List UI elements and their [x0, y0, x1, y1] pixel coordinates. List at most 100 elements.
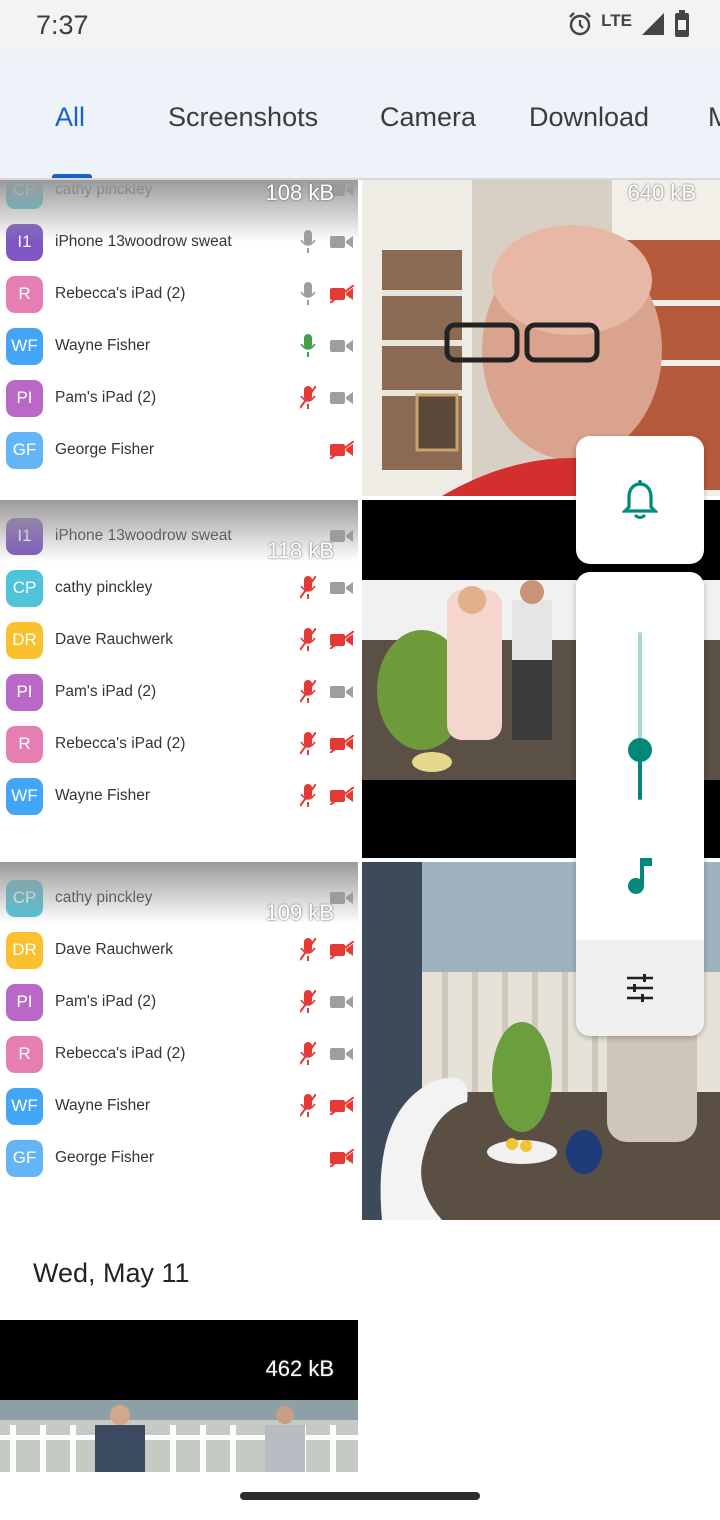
mic-muted-icon	[300, 628, 316, 651]
participant-avatar: PI	[6, 379, 43, 417]
signal-icon	[642, 13, 664, 35]
participant-name: cathy pinckley	[55, 579, 153, 596]
ringer-mode-button[interactable]	[576, 436, 704, 564]
file-size-label: 462 kB	[265, 1356, 335, 1381]
participant-name: Dave Rauchwerk	[55, 941, 174, 958]
file-size-label: 109 kB	[265, 900, 335, 925]
mic-muted-icon	[300, 1094, 316, 1117]
video-frame-group	[0, 1400, 358, 1472]
participant-row: PI Pam's iPad (2)	[0, 372, 358, 424]
participant-name: Pam's iPad (2)	[55, 389, 157, 406]
camera-icon	[330, 996, 353, 1008]
participant-row: DR Dave Rauchwerk	[0, 924, 358, 976]
participant-name: Dave Rauchwerk	[55, 631, 174, 648]
participant-name: Wayne Fisher	[55, 1097, 151, 1114]
participant-avatar: R	[6, 1035, 43, 1073]
status-icons: LTE	[567, 10, 690, 38]
participant-avatar: WF	[6, 1087, 43, 1125]
mic-muted-icon	[300, 1042, 316, 1065]
participant-row: WF Wayne Fisher	[0, 770, 358, 822]
participant-row: GF George Fisher	[0, 1132, 358, 1184]
file-size-label: 108 kB	[265, 180, 335, 205]
mic-icon	[300, 334, 316, 357]
camera-off-icon	[330, 735, 354, 753]
camera-off-icon	[330, 941, 354, 959]
mic-muted-icon	[300, 680, 316, 703]
participant-avatar: GF	[6, 1139, 43, 1177]
mic-muted-icon	[300, 990, 316, 1013]
participant-name: Pam's iPad (2)	[55, 993, 157, 1010]
file-size-label: 640 kB	[627, 180, 697, 205]
participant-row: PI Pam's iPad (2)	[0, 976, 358, 1028]
participant-name: Wayne Fisher	[55, 337, 151, 354]
participant-name: Rebecca's iPad (2)	[55, 285, 186, 302]
participant-name: Pam's iPad (2)	[55, 683, 157, 700]
sound-settings-button[interactable]	[576, 940, 704, 1036]
participant-name: George Fisher	[55, 1149, 155, 1166]
mic-muted-icon	[300, 938, 316, 961]
camera-off-icon	[330, 441, 354, 459]
camera-off-icon	[330, 285, 354, 303]
participant-avatar: DR	[6, 931, 43, 969]
alarm-icon	[569, 12, 591, 36]
participant-avatar: R	[6, 275, 43, 313]
participant-name: George Fisher	[55, 441, 155, 458]
camera-off-icon	[330, 1149, 354, 1167]
participant-avatar: WF	[6, 327, 43, 365]
camera-icon	[330, 340, 353, 352]
music-note-icon	[628, 858, 652, 894]
volume-slider-thumb[interactable]	[628, 737, 652, 762]
folder-tabs: All Screenshots Camera Download M	[0, 52, 720, 180]
camera-off-icon	[330, 1097, 354, 1115]
camera-icon	[330, 392, 353, 404]
participant-avatar: CP	[6, 569, 43, 607]
participant-name: Wayne Fisher	[55, 787, 151, 804]
participant-row: GF George Fisher	[0, 424, 358, 476]
participant-row: PI Pam's iPad (2)	[0, 666, 358, 718]
tab-screenshots[interactable]: Screenshots	[168, 102, 318, 133]
participant-avatar: PI	[6, 983, 43, 1021]
file-size-label: 118 kB	[267, 538, 334, 563]
battery-icon	[675, 10, 689, 37]
participant-avatar: R	[6, 725, 43, 763]
participant-row: R Rebecca's iPad (2)	[0, 718, 358, 770]
tab-all[interactable]: All	[55, 102, 85, 133]
participant-row: CP cathy pinckley	[0, 562, 358, 614]
camera-off-icon	[330, 631, 354, 649]
tab-more[interactable]: M	[708, 102, 720, 133]
mic-muted-icon	[300, 386, 316, 409]
status-time: 7:37	[36, 10, 89, 40]
mic-icon	[300, 282, 316, 305]
thumbnail-participants-2[interactable]: WF Wayne Fisher R Rebecca's iPad (2) PI Pam's…	[0, 500, 358, 860]
equalizer-settings-icon	[627, 974, 653, 1002]
camera-icon	[330, 582, 353, 594]
thumbnail-video-group[interactable]: 462 kB	[0, 1320, 358, 1472]
network-type: LTE	[601, 11, 632, 30]
participant-avatar: PI	[6, 673, 43, 711]
tab-download[interactable]: Download	[529, 102, 649, 133]
camera-off-icon	[330, 787, 354, 805]
bell-icon	[622, 480, 658, 519]
participant-avatar: WF	[6, 777, 43, 815]
participant-row: R Rebecca's iPad (2)	[0, 1028, 358, 1080]
mic-muted-icon	[300, 732, 316, 755]
gesture-nav-bar[interactable]	[240, 1492, 480, 1500]
participant-row: R Rebecca's iPad (2)	[0, 268, 358, 320]
thumbnail-participants-3[interactable]: GF George Fisher WF Wayne Fisher R Rebecca's …	[0, 862, 358, 1220]
participant-avatar: DR	[6, 621, 43, 659]
status-bar: 7:37 LTE	[0, 0, 720, 52]
participant-name: Rebecca's iPad (2)	[55, 1045, 186, 1062]
thumbnail-participants-1[interactable]: GF George Fisher PI Pam's iPad (2) WF Wayne F…	[0, 180, 358, 496]
mic-muted-icon	[300, 576, 316, 599]
participant-name: Rebecca's iPad (2)	[55, 735, 186, 752]
participant-row: WF Wayne Fisher	[0, 1080, 358, 1132]
tab-camera[interactable]: Camera	[380, 102, 476, 133]
participant-row: WF Wayne Fisher	[0, 320, 358, 372]
camera-icon	[330, 686, 353, 698]
participant-avatar: GF	[6, 431, 43, 469]
gallery-screen: 7:37 LTE All Screenshots Camera Download…	[0, 0, 720, 1520]
date-section-header: Wed, May 11	[33, 1258, 190, 1288]
camera-icon	[330, 1048, 353, 1060]
mic-muted-icon	[300, 784, 316, 807]
participant-row: DR Dave Rauchwerk	[0, 614, 358, 666]
